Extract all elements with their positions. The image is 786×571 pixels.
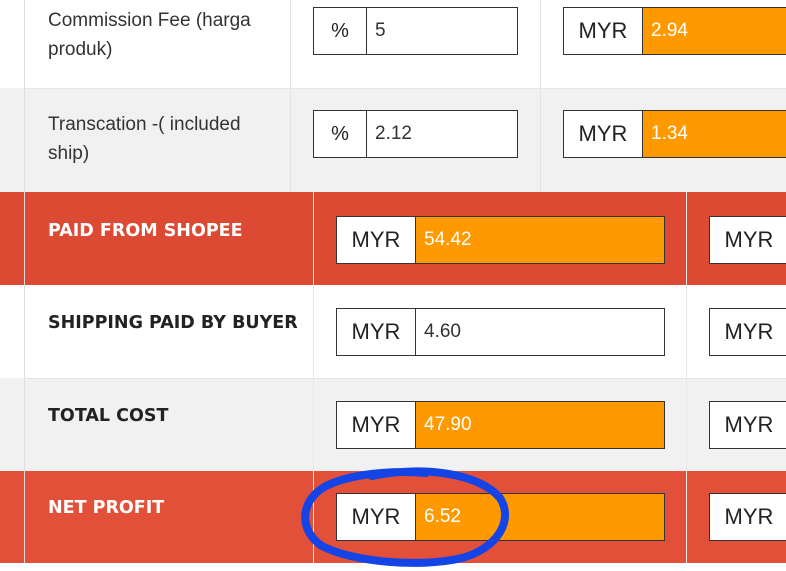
highlight-stroke [301,467,509,567]
hand-drawn-highlight-circle [301,467,509,567]
